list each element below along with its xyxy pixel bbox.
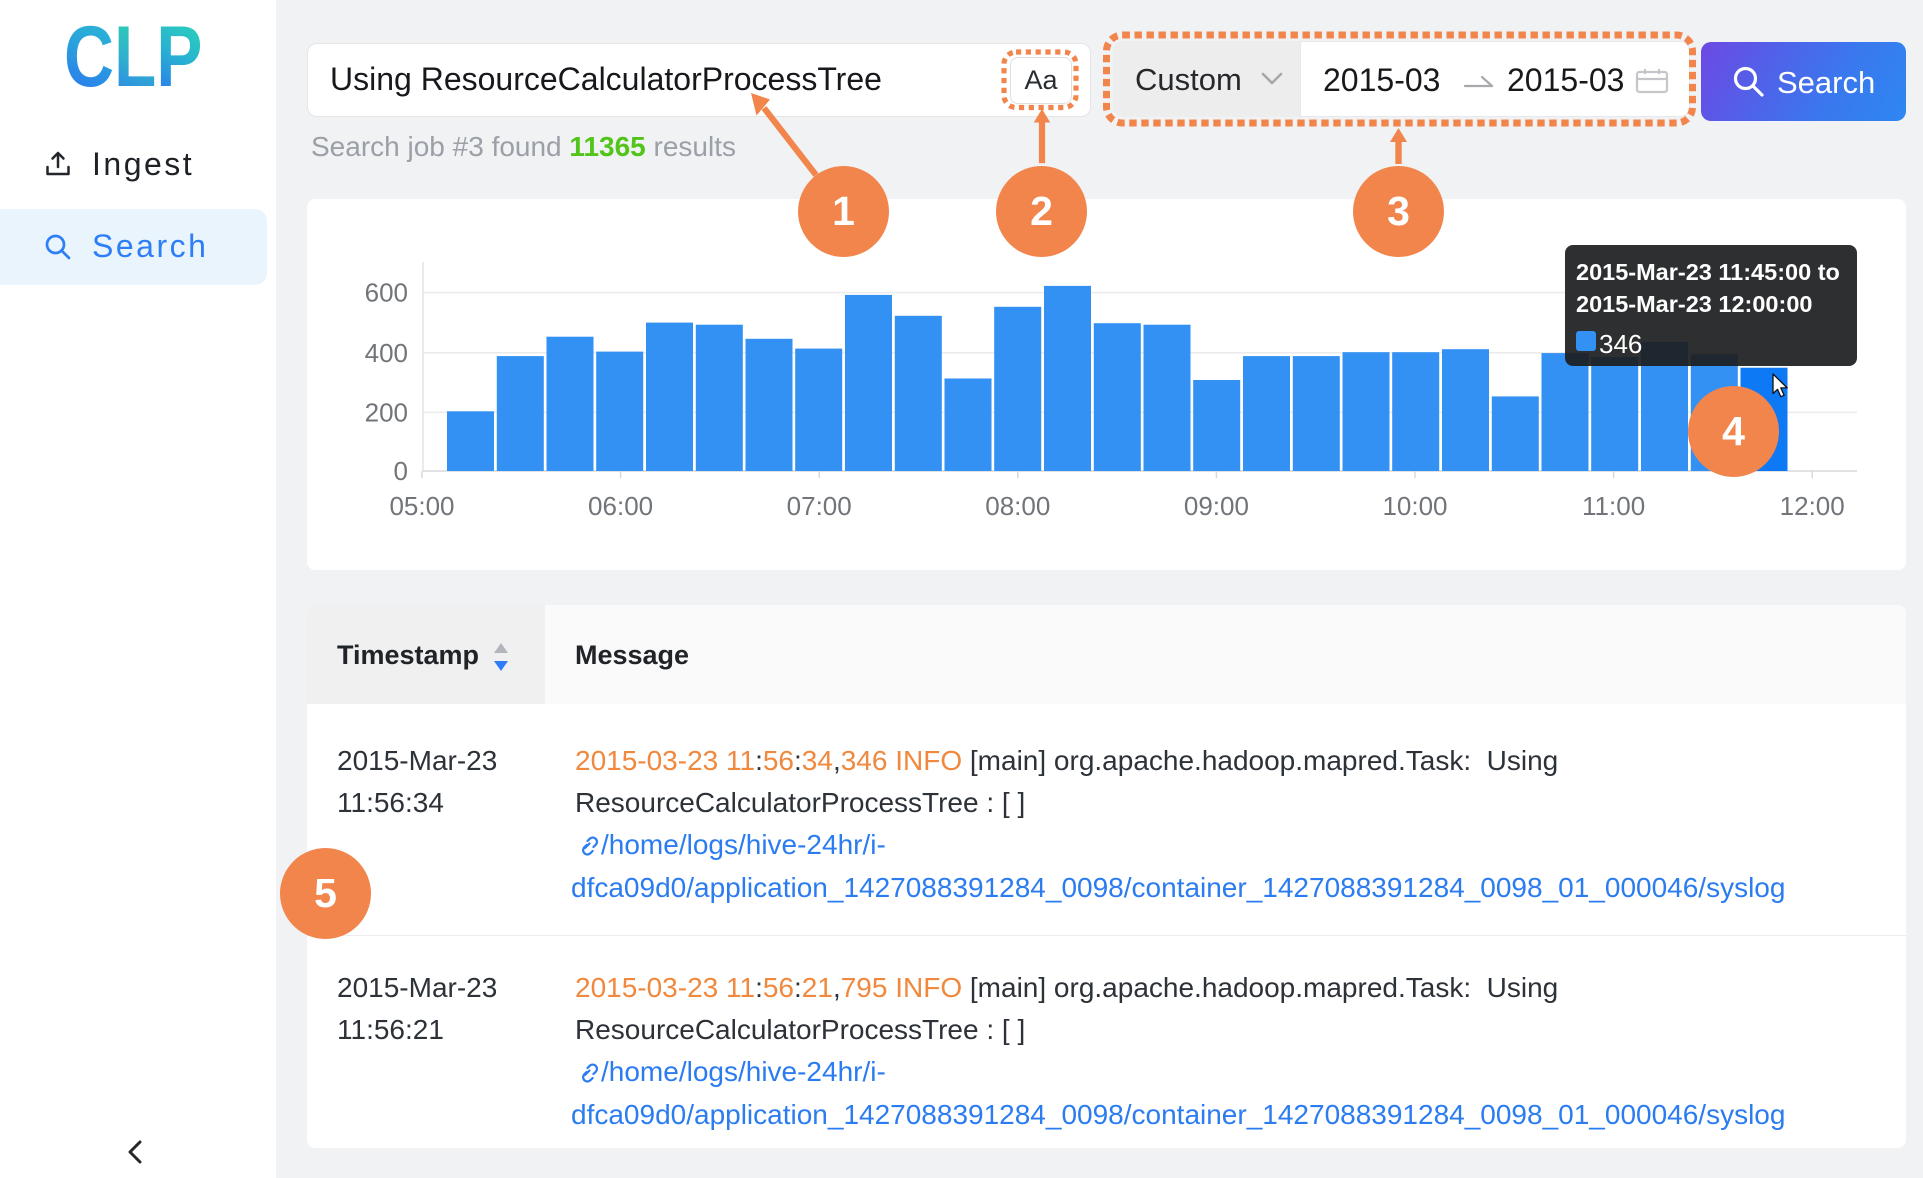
svg-text:0: 0: [394, 456, 408, 486]
svg-text:07:00: 07:00: [787, 491, 852, 521]
svg-text:08:00: 08:00: [985, 491, 1050, 521]
svg-text:400: 400: [365, 338, 408, 368]
svg-text:06:00: 06:00: [588, 491, 653, 521]
svg-text:11:00: 11:00: [1582, 491, 1645, 521]
svg-text:200: 200: [365, 397, 408, 427]
svg-text:10:00: 10:00: [1382, 491, 1447, 521]
svg-text:09:00: 09:00: [1184, 491, 1249, 521]
svg-text:600: 600: [365, 278, 408, 308]
svg-text:12:00: 12:00: [1780, 491, 1845, 521]
svg-text:05:00: 05:00: [389, 491, 454, 521]
